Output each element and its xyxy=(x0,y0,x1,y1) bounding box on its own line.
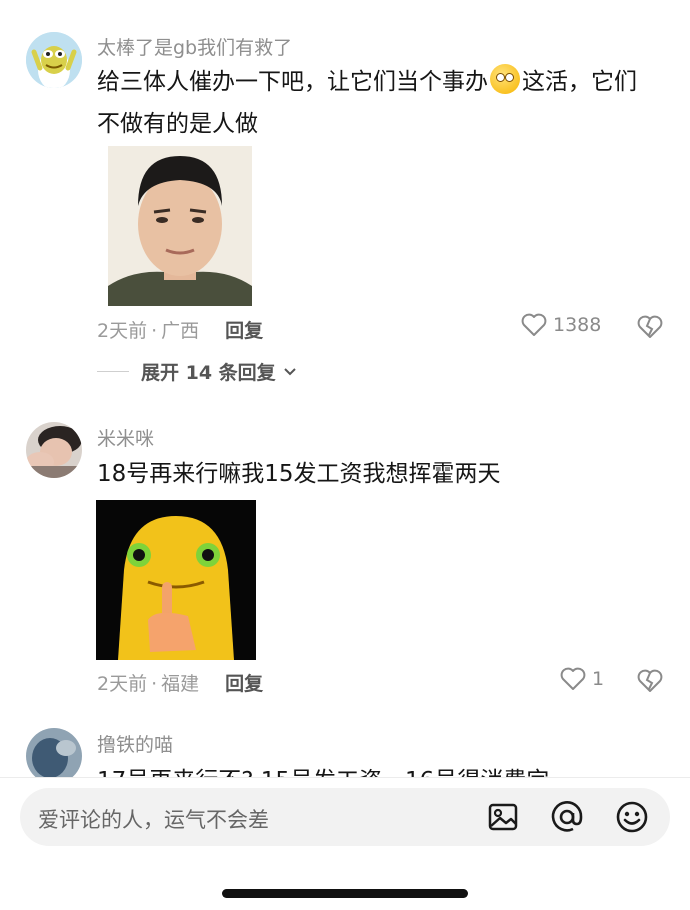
reply-button[interactable]: 回复 xyxy=(225,673,263,695)
comment-input-bar: 爱评论的人，运气不会差 xyxy=(0,777,690,910)
comment-location: 广西 xyxy=(161,320,200,342)
comment-username[interactable]: 太棒了是gb我们有救了 xyxy=(97,33,292,60)
like-button[interactable]: 1 xyxy=(560,667,604,691)
avatar[interactable] xyxy=(26,728,82,777)
reply-button[interactable]: 回复 xyxy=(225,320,263,342)
comment-text: 18号再来行嘛我15发工资我想挥霍两天 xyxy=(97,461,501,487)
heart-icon xyxy=(560,667,586,690)
avatar[interactable] xyxy=(26,32,82,88)
comment-time: 2天前 xyxy=(97,673,148,695)
avatar[interactable] xyxy=(26,422,82,478)
comment-item: 太棒了是gb我们有救了 给三体人催办一下吧，让它们当个事办 这活，它们不做有的是人… xyxy=(0,0,690,400)
comment-meta: 2天前 · 福建 回复 xyxy=(97,669,263,696)
comment-item: 米米咪 18号再来行嘛我15发工资我想挥霍两天 2天前 · 福建 回复 1 xyxy=(0,400,690,710)
broken-heart-icon[interactable] xyxy=(637,669,663,693)
like-count: 1388 xyxy=(553,314,602,336)
comment-text-part: 给三体人催办一下吧，让它们当个事办 xyxy=(97,69,488,95)
comment-time: 2天前 xyxy=(97,320,148,342)
chevron-down-icon xyxy=(283,367,296,375)
comment-username[interactable]: 米米咪 xyxy=(97,424,154,451)
comment-meta: 2天前 · 广西 回复 xyxy=(97,316,263,343)
expand-replies-button[interactable]: 展开 14 条回复 xyxy=(97,358,298,385)
smile-icon[interactable] xyxy=(615,800,649,834)
home-indicator xyxy=(222,889,468,898)
smiling-face-emoji-icon xyxy=(490,64,520,94)
comment-text: 17号再来行不? 15号发工资，16号得消费完 xyxy=(97,760,657,777)
meta-separator: · xyxy=(151,673,158,695)
comment-input-placeholder: 爱评论的人，运气不会差 xyxy=(38,808,269,832)
meme-image[interactable] xyxy=(108,146,252,306)
at-icon[interactable] xyxy=(550,800,584,834)
comment-item: 撸铁的喵 17号再来行不? 15号发工资，16号得消费完 xyxy=(0,710,690,777)
comment-location: 福建 xyxy=(161,673,200,695)
comment-username[interactable]: 撸铁的喵 xyxy=(97,730,173,757)
comment-text: 给三体人催办一下吧，让它们当个事办 这活，它们不做有的是人做 xyxy=(97,61,657,145)
divider-line xyxy=(97,371,129,372)
expand-replies-label: 展开 14 条回复 xyxy=(141,362,276,384)
comment-input[interactable]: 爱评论的人，运气不会差 xyxy=(20,788,670,846)
like-count: 1 xyxy=(592,668,605,690)
like-button[interactable]: 1388 xyxy=(521,313,601,337)
meta-separator: · xyxy=(151,320,158,342)
heart-icon xyxy=(521,313,547,336)
image-icon[interactable] xyxy=(486,800,520,834)
broken-heart-icon[interactable] xyxy=(637,315,663,339)
sticker-image[interactable] xyxy=(96,500,256,660)
